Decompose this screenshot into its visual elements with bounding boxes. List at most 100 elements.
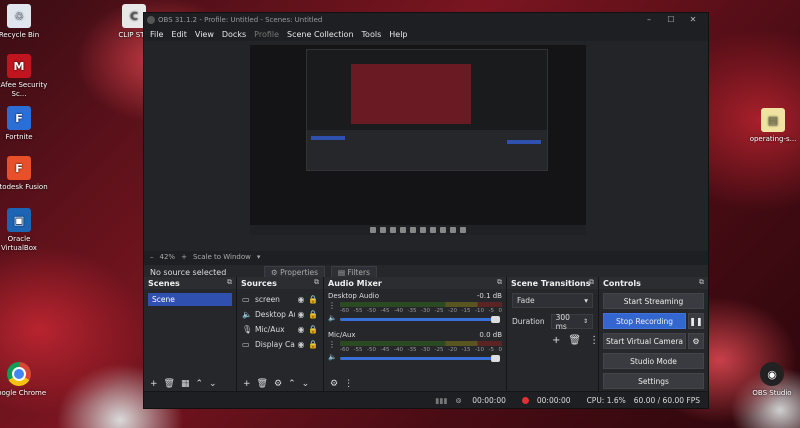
lock-icon[interactable]: 🔒 xyxy=(307,310,319,319)
menu-docks[interactable]: Docks xyxy=(222,30,246,39)
preview-area[interactable] xyxy=(144,41,708,251)
mixer-menu-icon[interactable]: ⋮ xyxy=(344,379,353,389)
duration-spinbox[interactable]: 300 ms ⇕ xyxy=(550,312,593,331)
desktop-icon-recycle-bin[interactable]: ♲ Recycle Bin xyxy=(0,4,48,40)
move-up-icon[interactable]: ⌃ xyxy=(288,379,296,389)
add-transition-icon[interactable]: + xyxy=(552,335,560,346)
menu-help[interactable]: Help xyxy=(389,30,407,39)
menu-view[interactable]: View xyxy=(195,30,214,39)
volume-fader[interactable]: 🔈 xyxy=(328,314,502,323)
desktop-icon-chrome[interactable]: Google Chrome xyxy=(0,362,48,398)
gear-icon: ⚙ xyxy=(692,336,700,346)
trash-icon[interactable]: 🗑 xyxy=(568,335,581,346)
gear-icon: ⚙ xyxy=(271,267,281,277)
mixer-channel-desktop-audio: Desktop Audio -0.1 dB ⋮ -60 -55 -50 -45 -40 -3… xyxy=(324,289,506,323)
stop-recording-button[interactable]: Stop Recording xyxy=(603,313,686,329)
maximize-button[interactable]: ☐ xyxy=(660,13,682,27)
duration-value: 300 ms xyxy=(555,312,570,331)
dock-undock-icon[interactable]: ⧉ xyxy=(589,278,594,287)
eye-icon[interactable]: ◉ xyxy=(295,295,307,304)
microphone-icon: 🎙 xyxy=(242,325,253,334)
transition-menu-icon[interactable]: ⋮ xyxy=(589,335,599,346)
source-name: screen xyxy=(255,295,280,304)
zoom-out-button[interactable]: – xyxy=(150,253,154,261)
pause-recording-button[interactable]: ❚❚ xyxy=(688,313,704,329)
advanced-audio-icon[interactable]: ⚙ xyxy=(330,379,338,389)
zoom-mode[interactable]: Scale to Window xyxy=(193,253,251,261)
channel-menu-icon[interactable]: ⋮ xyxy=(328,340,336,349)
lock-icon[interactable]: 🔒 xyxy=(307,325,319,334)
scene-filter-icon[interactable]: ▦ xyxy=(181,379,190,389)
fps-readout: 60.00 / 60.00 FPS xyxy=(633,395,700,405)
add-icon[interactable]: + xyxy=(243,379,251,389)
lock-icon[interactable]: 🔒 xyxy=(307,295,319,304)
zoom-value: 42% xyxy=(159,253,176,261)
dock-undock-icon[interactable]: ⧉ xyxy=(497,278,502,287)
channel-db: 0.0 dB xyxy=(479,331,502,339)
zoom-in-button[interactable]: + xyxy=(181,253,187,261)
dock-undock-icon[interactable]: ⧉ xyxy=(699,278,704,287)
filters-label: Filters xyxy=(347,267,370,277)
lock-icon[interactable]: 🔒 xyxy=(307,340,319,349)
volume-fader[interactable]: 🔈 xyxy=(328,353,502,362)
desktop-icon-label: Oracle VirtualBox xyxy=(1,235,37,252)
source-item-display-capture[interactable]: ▭ Display Cap◉🔒 xyxy=(237,337,323,352)
move-up-icon[interactable]: ⌃ xyxy=(196,379,204,389)
studio-mode-button[interactable]: Studio Mode xyxy=(603,353,704,369)
desktop-icon-fortnite[interactable]: F Fortnite xyxy=(0,106,48,142)
mcafee-icon: M xyxy=(7,54,31,78)
start-streaming-button[interactable]: Start Streaming xyxy=(603,293,704,309)
transitions-title: Scene Transitions xyxy=(511,278,591,288)
chevron-down-icon[interactable]: ▾ xyxy=(257,253,261,261)
menu-edit[interactable]: Edit xyxy=(171,30,187,39)
dock-undock-icon[interactable]: ⧉ xyxy=(314,278,319,287)
add-icon[interactable]: + xyxy=(150,379,158,389)
speaker-icon[interactable]: 🔈 xyxy=(328,314,337,322)
no-source-label: No source selected xyxy=(150,267,227,277)
source-item-desktop-audio[interactable]: 🔈 Desktop Au ◉ 🔒 xyxy=(237,307,323,322)
dock-undock-icon[interactable]: ⧉ xyxy=(227,278,232,287)
record-status: 00:00:00 xyxy=(521,395,579,405)
stream-status: ⊚ 00:00:00 xyxy=(456,396,514,405)
menu-scene-collection[interactable]: Scene Collection xyxy=(287,30,354,39)
eye-icon[interactable]: ◉ xyxy=(295,340,307,349)
scene-item[interactable]: Scene xyxy=(148,293,232,306)
settings-button[interactable]: Settings xyxy=(603,373,704,389)
desktop-icon-file[interactable]: ▤ operating-s... xyxy=(744,108,800,144)
channel-name: Mic/Aux xyxy=(328,331,356,339)
source-item-screen[interactable]: ▭ screen ◉ 🔒 xyxy=(237,292,323,307)
cpu-usage: CPU: 1.6% xyxy=(586,395,626,405)
properties-label: Properties xyxy=(280,267,319,277)
source-item-mic[interactable]: 🎙 Mic/Aux ◉ 🔒 xyxy=(237,322,323,337)
close-button[interactable]: ✕ xyxy=(682,13,704,27)
eye-icon[interactable]: ◉ xyxy=(295,310,307,319)
virtualbox-icon: ▣ xyxy=(7,208,31,232)
source-name: Mic/Aux xyxy=(255,325,285,334)
desktop-icon-fusion[interactable]: F Autodesk Fusion xyxy=(0,156,48,192)
mixer-channel-mic: Mic/Aux 0.0 dB ⋮ -60 -55 -50 -45 -40 -35 -30 -25… xyxy=(324,328,506,362)
minimize-button[interactable]: – xyxy=(638,13,660,27)
move-down-icon[interactable]: ⌄ xyxy=(209,379,217,389)
nested-obs-capture xyxy=(306,49,548,171)
menu-tools[interactable]: Tools xyxy=(362,30,382,39)
gear-icon[interactable]: ⚙ xyxy=(274,379,282,389)
transition-select[interactable]: Fade ▾ xyxy=(512,293,593,308)
trash-icon[interactable]: 🗑 xyxy=(164,379,175,389)
start-virtual-camera-button[interactable]: Start Virtual Camera xyxy=(603,333,686,349)
record-time: 00:00:00 xyxy=(536,395,571,405)
scenes-title: Scenes xyxy=(148,278,180,288)
desktop-icon-obs[interactable]: ◉ OBS Studio xyxy=(743,362,800,398)
speaker-icon[interactable]: 🔈 xyxy=(328,353,337,361)
desktop-icon-mcafee[interactable]: M McAfee Security Sc... xyxy=(0,54,48,99)
menu-profile[interactable]: Profile xyxy=(254,30,279,39)
menu-file[interactable]: File xyxy=(150,30,163,39)
virtual-camera-settings-button[interactable]: ⚙ xyxy=(688,333,704,349)
desktop-icon-virtualbox[interactable]: ▣ Oracle VirtualBox xyxy=(0,208,48,253)
channel-menu-icon[interactable]: ⋮ xyxy=(328,301,336,310)
move-down-icon[interactable]: ⌄ xyxy=(302,379,310,389)
trash-icon[interactable]: 🗑 xyxy=(257,379,268,389)
spin-arrows-icon[interactable]: ⇕ xyxy=(583,318,588,325)
duration-label: Duration xyxy=(512,317,545,326)
eye-icon[interactable]: ◉ xyxy=(295,325,307,334)
desktop-icon-label: Autodesk Fusion xyxy=(0,183,48,191)
